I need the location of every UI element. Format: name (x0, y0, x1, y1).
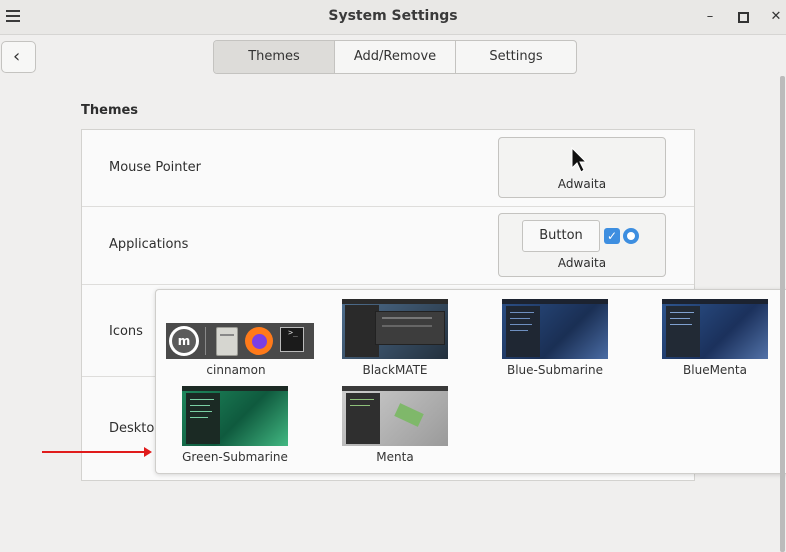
close-button[interactable]: ✕ (767, 8, 785, 26)
tab-bar: Themes Add/Remove Settings (213, 40, 577, 74)
theme-name: Blue-Submarine (506, 363, 604, 377)
theme-preview (662, 299, 768, 359)
row-label: Icons (109, 324, 143, 339)
tab-themes[interactable]: Themes (214, 41, 335, 73)
maximize-button[interactable] (734, 8, 752, 26)
theme-name: Menta (376, 450, 414, 464)
window-title: System Settings (328, 8, 458, 24)
theme-preview (342, 386, 448, 446)
row-label: Applications (109, 237, 189, 252)
sample-button: Button (522, 220, 600, 252)
title-bar: System Settings – ✕ (0, 0, 786, 35)
radio-selected-icon (623, 228, 639, 244)
theme-name: cinnamon (206, 363, 266, 377)
mouse-pointer-theme-name: Adwaita (557, 177, 607, 191)
theme-preview (342, 299, 448, 359)
theme-chooser-popover: m >_ cinnamon BlackMATE Blue-Submarine B… (155, 289, 786, 474)
theme-option-bluementa[interactable]: BlueMenta (645, 299, 785, 377)
mouse-pointer-theme-button[interactable]: Adwaita (498, 137, 666, 198)
theme-preview (182, 386, 288, 446)
red-arrow-icon (42, 447, 152, 457)
minimize-button[interactable]: – (701, 8, 719, 26)
file-manager-icon (216, 327, 238, 356)
applications-theme-name: Adwaita (557, 256, 607, 270)
theme-option-cinnamon[interactable]: m >_ cinnamon (166, 299, 314, 377)
row-mouse-pointer: Mouse Pointer Adwaita (82, 130, 694, 207)
applications-theme-button[interactable]: Button ✓ Adwaita (498, 213, 666, 277)
back-button[interactable]: ‹ (1, 41, 36, 73)
theme-option-menta[interactable]: Menta (325, 386, 465, 464)
row-label: Mouse Pointer (109, 160, 201, 175)
mouse-cursor-icon (571, 147, 588, 173)
mint-logo-icon: m (169, 326, 199, 356)
theme-preview (502, 299, 608, 359)
theme-option-green-submarine[interactable]: Green-Submarine (165, 386, 305, 464)
firefox-icon (245, 327, 273, 355)
terminal-icon: >_ (280, 327, 304, 352)
theme-name: BlueMenta (683, 363, 747, 377)
tab-settings[interactable]: Settings (456, 41, 576, 73)
section-title: Themes (81, 103, 139, 118)
checkbox-checked-icon: ✓ (604, 228, 620, 244)
tab-add-remove[interactable]: Add/Remove (335, 41, 456, 73)
theme-preview: m >_ (166, 299, 314, 359)
theme-option-blackmate[interactable]: BlackMATE (325, 299, 465, 377)
scrollbar[interactable] (780, 76, 785, 552)
row-applications: Applications Button ✓ Adwaita (82, 206, 694, 285)
theme-name: Green-Submarine (182, 450, 288, 464)
theme-name: BlackMATE (362, 363, 428, 377)
theme-option-blue-submarine[interactable]: Blue-Submarine (485, 299, 625, 377)
chevron-left-icon: ‹ (13, 46, 21, 67)
